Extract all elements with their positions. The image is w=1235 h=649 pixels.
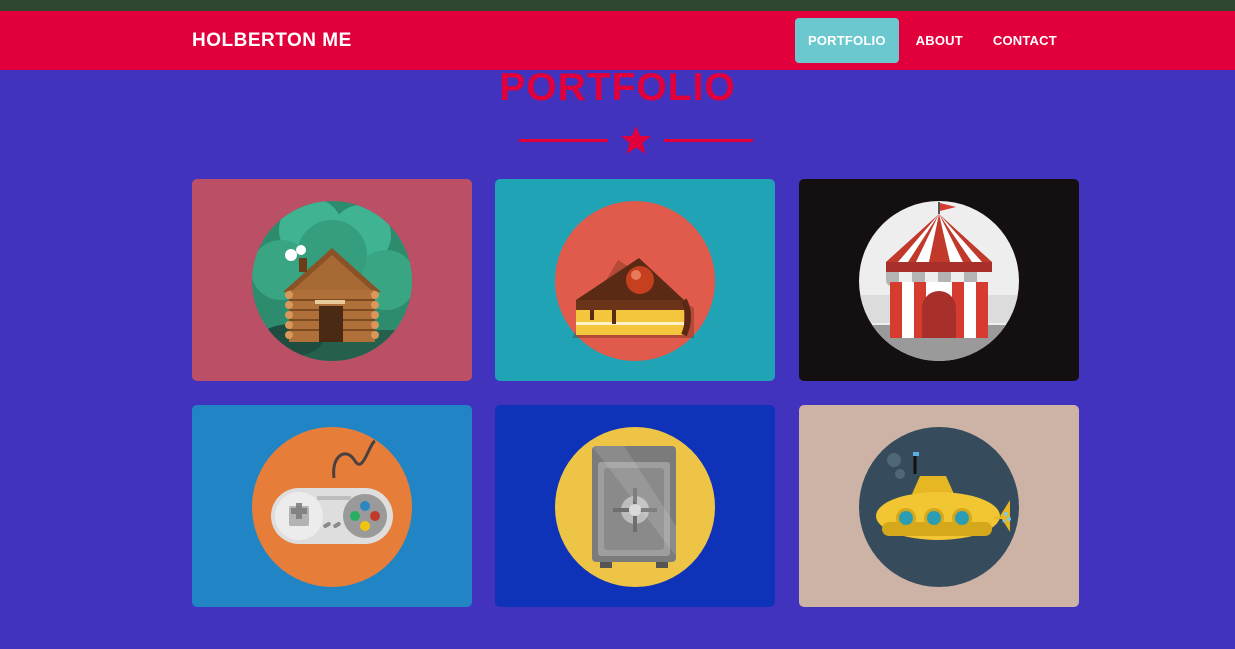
section-title: PORTFOLIO [499,66,736,109]
safe-icon [555,427,715,587]
log-cabin-icon [252,201,412,361]
main-nav: PORTFOLIO ABOUT CONTACT [795,18,1074,63]
brand-logo[interactable]: HOLBERTON ME [192,11,352,70]
portfolio-card-controller[interactable] [192,405,472,607]
game-controller-icon [252,427,412,587]
circus-tent-icon [859,201,1019,361]
portfolio-card-safe[interactable] [495,405,775,607]
cake-slice-icon [555,201,715,361]
portfolio-card-circus[interactable] [799,179,1079,381]
portfolio-card-cabin[interactable] [192,179,472,381]
nav-link-portfolio[interactable]: PORTFOLIO [795,18,899,63]
star-icon [621,126,651,154]
navbar: HOLBERTON ME PORTFOLIO ABOUT CONTACT [0,11,1235,70]
top-strip [0,0,1235,11]
submarine-icon [859,427,1019,587]
nav-link-about[interactable]: ABOUT [903,18,976,63]
nav-link-contact[interactable]: CONTACT [980,18,1070,63]
portfolio-card-submarine[interactable] [799,405,1079,607]
section-divider [519,126,753,154]
portfolio-card-cake[interactable] [495,179,775,381]
